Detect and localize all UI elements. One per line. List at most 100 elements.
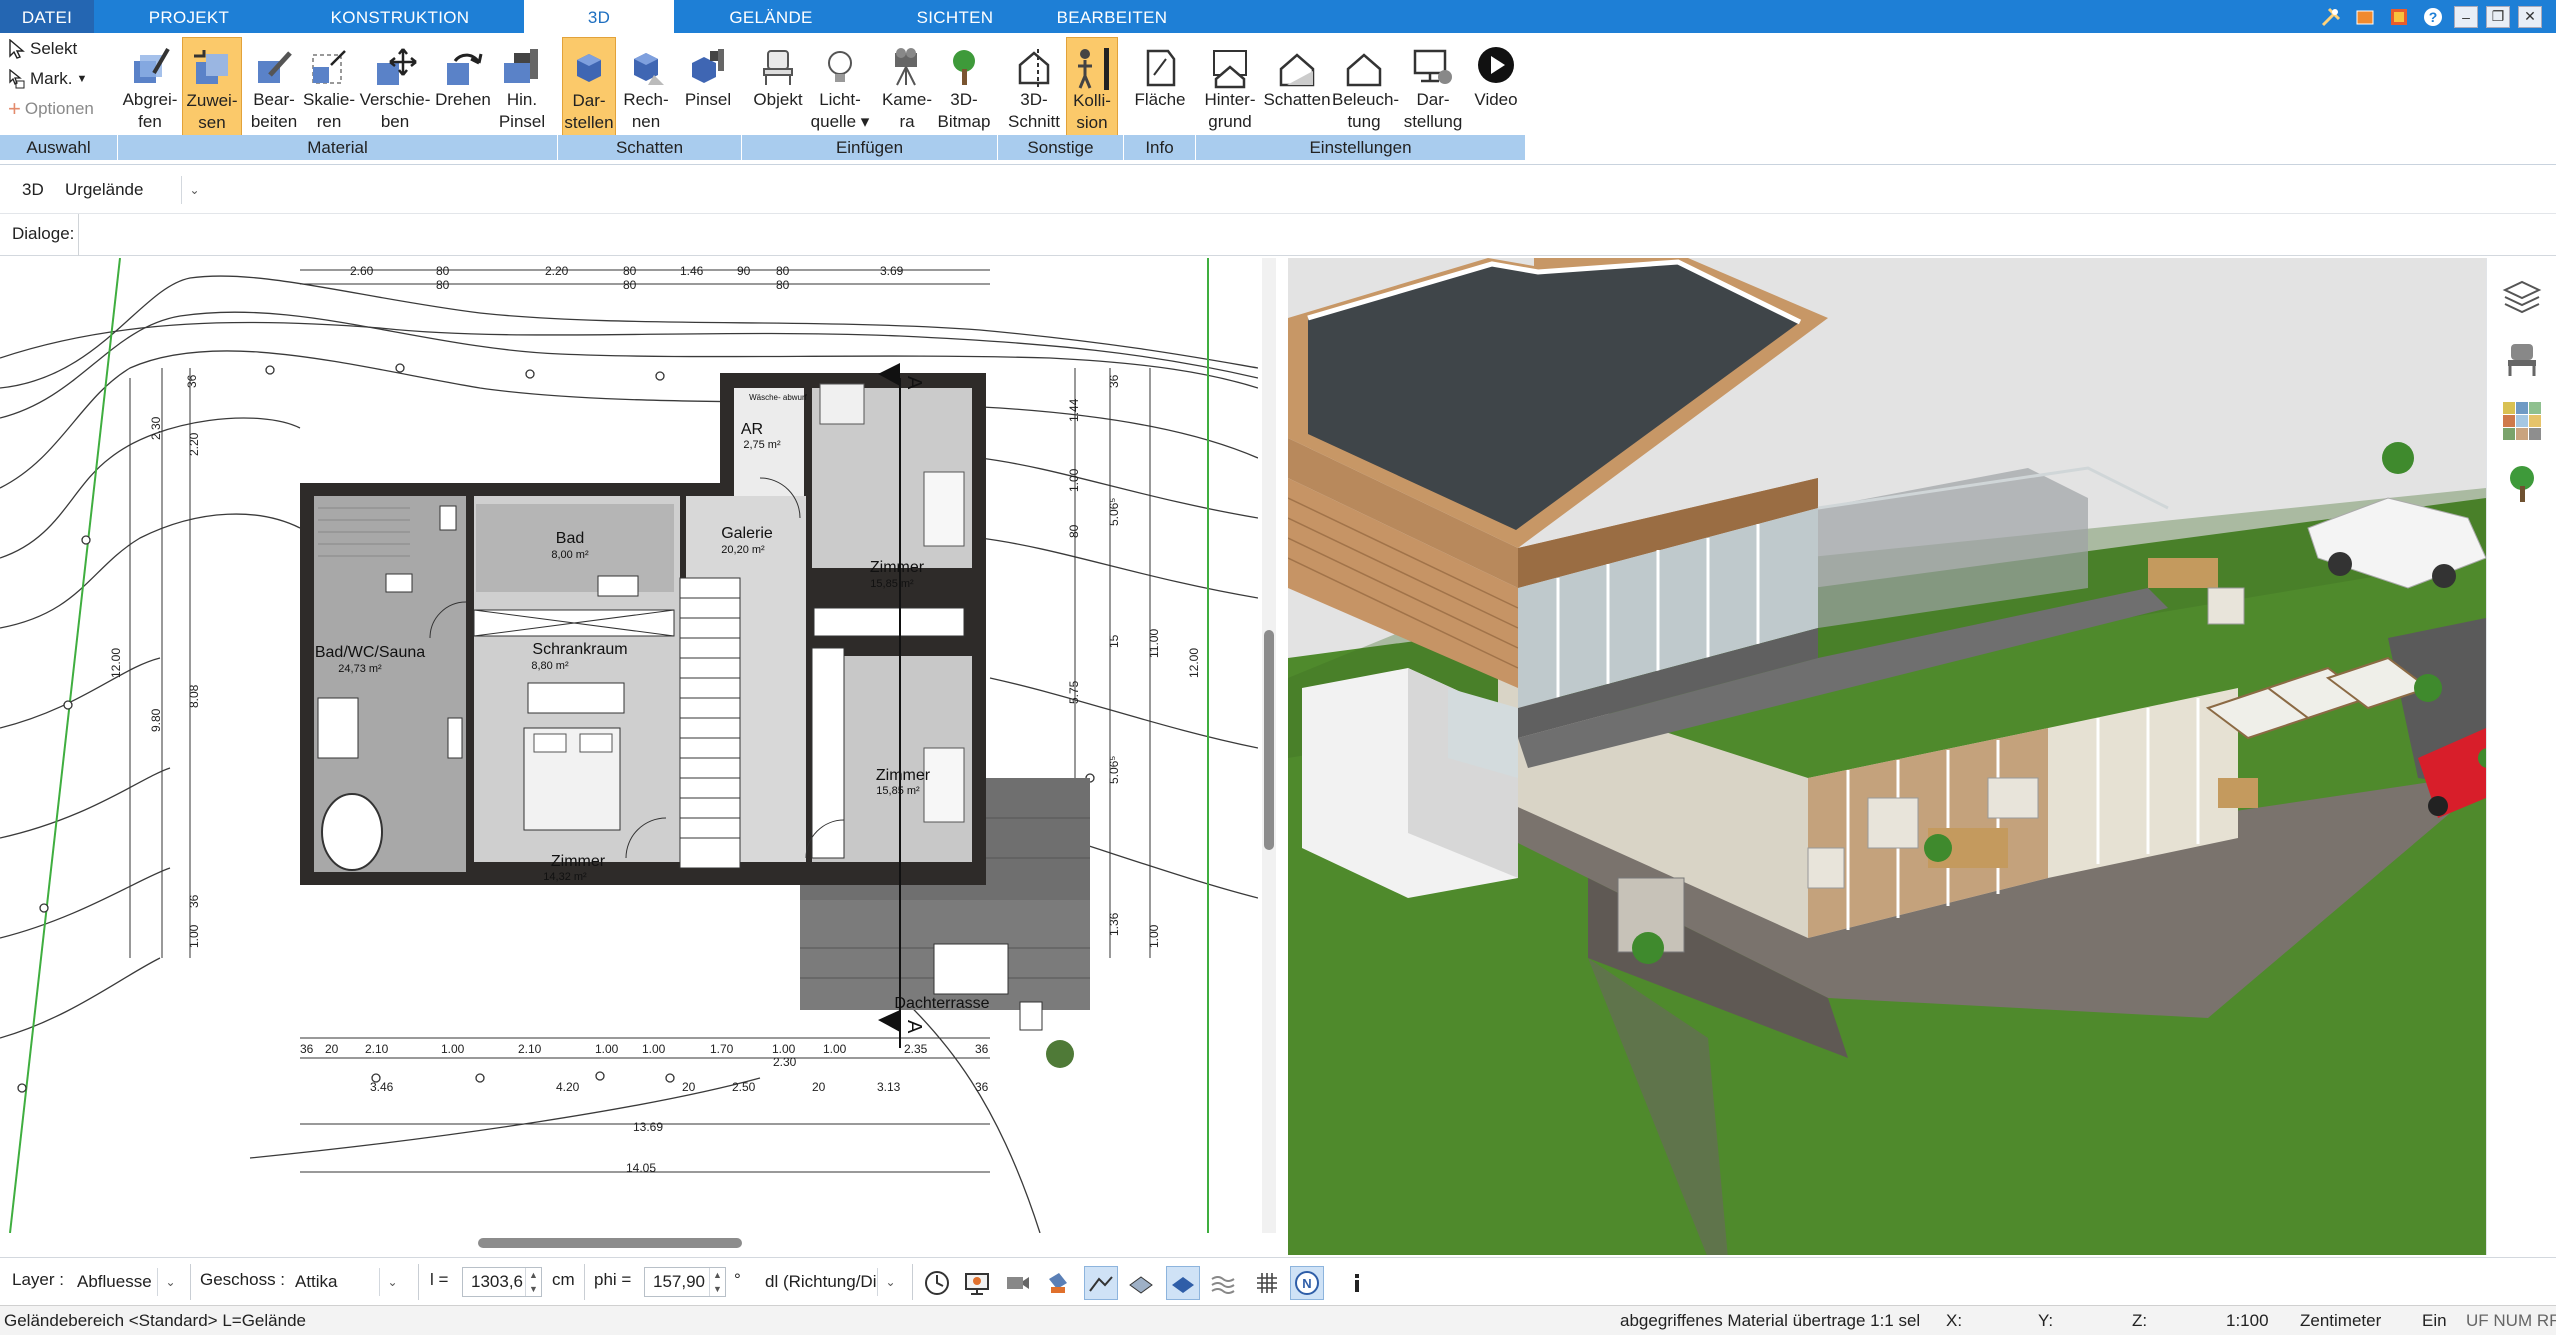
monitor-icon[interactable] — [960, 1266, 994, 1300]
svg-text:36: 36 — [300, 1042, 314, 1056]
plus-icon: + — [8, 96, 21, 121]
svg-text:80: 80 — [776, 264, 790, 278]
schatten-einst-button[interactable]: Schatten — [1262, 37, 1332, 137]
direction-combo[interactable]: dl (Richtung/Di ⌄ — [756, 1267, 904, 1297]
lichtquelle-button[interactable]: Licht- quelle ▾ — [810, 37, 870, 137]
plant-icon[interactable] — [2501, 462, 2543, 504]
status-x: X: — [1946, 1311, 1963, 1330]
plane-icon[interactable] — [1166, 1266, 1200, 1300]
group-info: Info — [1124, 135, 1196, 160]
verschieben-button[interactable]: Verschie- ben — [358, 37, 432, 137]
paint-bucket-icon[interactable] — [1040, 1266, 1074, 1300]
tab-konstruktion[interactable]: KONSTRUKTION — [284, 0, 516, 33]
rechnen-button[interactable]: Rech- nen — [618, 37, 674, 137]
beleuchtung-label: Beleuch- tung — [1332, 90, 1400, 131]
layer-combo[interactable]: Abfluesse ⌄ — [68, 1267, 184, 1297]
flaeche-button[interactable]: Fläche — [1128, 37, 1192, 137]
lichtquelle-label: Licht- quelle ▾ — [810, 90, 870, 131]
room-name: Bad/WC/Sauna — [315, 644, 425, 661]
restore-icon[interactable]: ❐ — [2486, 5, 2510, 28]
svg-text:36: 36 — [975, 1080, 989, 1094]
spinner-icon[interactable]: ▲ ▼ — [525, 1268, 541, 1296]
svg-text:2.20: 2.20 — [545, 264, 569, 278]
close-icon[interactable]: ✕ — [2518, 5, 2542, 28]
optionen-button[interactable]: + Optionen — [8, 96, 94, 121]
selekt-button[interactable]: Selekt — [8, 39, 77, 59]
beleuchtung-button[interactable]: Beleuch- tung — [1332, 37, 1400, 137]
mark-button[interactable]: Mark. ▼ — [8, 69, 87, 89]
plan-horizontal-scroll-thumb[interactable] — [478, 1238, 742, 1248]
length-value: 1303,6 — [471, 1272, 523, 1291]
layer-value: Abfluesse — [77, 1272, 152, 1291]
room-area: 20,20 m² — [721, 544, 765, 556]
menu-tab-bar: DATEI PROJEKT KONSTRUKTION 3D GELÄNDE SI… — [0, 0, 2556, 35]
tab-bearbeiten[interactable]: BEARBEITEN — [1042, 0, 1182, 33]
zuweisen-button[interactable]: Zuwei- sen — [182, 37, 242, 137]
north-icon[interactable]: N — [1290, 1266, 1324, 1300]
water-icon[interactable] — [1206, 1266, 1240, 1300]
svg-text:1.00: 1.00 — [595, 1042, 619, 1056]
svg-text:36: 36 — [975, 1042, 989, 1056]
schatten-pinsel-button[interactable]: Pinsel — [676, 37, 740, 137]
chair-icon[interactable] — [2501, 338, 2543, 380]
room-name: Schrankraum — [532, 641, 627, 658]
bearbeiten-button[interactable]: Bear- beiten — [244, 37, 304, 137]
assign-material-icon — [194, 50, 228, 84]
abgreifen-button[interactable]: Abgrei- fen — [120, 37, 180, 137]
grid-icon[interactable] — [1250, 1266, 1284, 1300]
3d-schnitt-button[interactable]: 3D- Schnitt — [1002, 37, 1066, 137]
tab-3d[interactable]: 3D — [524, 0, 674, 35]
svg-text:2.50: 2.50 — [732, 1080, 756, 1094]
tab-datei[interactable]: DATEI — [0, 0, 94, 33]
hin-pinsel-button[interactable]: Hin. Pinsel — [494, 37, 550, 137]
svg-text:?: ? — [2429, 9, 2438, 25]
status-unit: Zentimeter — [2300, 1311, 2382, 1330]
tools-icon[interactable] — [2318, 5, 2344, 29]
status-scale: 1:100 — [2226, 1311, 2269, 1330]
3d-bitmap-button[interactable]: 3D- Bitmap — [936, 37, 992, 137]
ribbon: Selekt Mark. ▼ + Optionen Abgrei- fen Zu… — [0, 33, 2556, 165]
terrain-active-icon[interactable] — [1084, 1266, 1118, 1300]
darstellen-button[interactable]: Dar- stellen — [562, 37, 616, 137]
svg-text:1.00: 1.00 — [823, 1042, 847, 1056]
svg-text:5.06⁵: 5.06⁵ — [1107, 498, 1121, 526]
plan-vertical-scroll-thumb[interactable] — [1264, 630, 1274, 850]
3d-view[interactable] — [1288, 258, 2486, 1255]
svg-text:1.00: 1.00 — [441, 1042, 465, 1056]
spinner-icon[interactable]: ▲ ▼ — [709, 1268, 725, 1296]
kamera-button[interactable]: Kame- ra — [876, 37, 938, 137]
geschoss-combo[interactable]: Attika ⌄ — [286, 1267, 406, 1297]
layers-icon[interactable] — [2501, 276, 2543, 318]
drehen-button[interactable]: Drehen — [432, 37, 494, 137]
palette-grid-icon[interactable] — [2501, 400, 2543, 442]
chevron-down-icon: ⌄ — [157, 1268, 183, 1296]
view-combo[interactable]: Urgelände ⌄ — [56, 175, 208, 205]
length-input[interactable]: 1303,6 ▲ ▼ — [462, 1267, 542, 1297]
camera-path-icon[interactable] — [1000, 1266, 1034, 1300]
tab-projekt[interactable]: PROJEKT — [94, 0, 284, 33]
hintergrund-button[interactable]: Hinter- grund — [1200, 37, 1260, 137]
surface-icon[interactable] — [1124, 1266, 1158, 1300]
phi-label: phi = — [594, 1270, 632, 1289]
objekt-button[interactable]: Objekt — [748, 37, 808, 137]
svg-text:14.05: 14.05 — [626, 1161, 656, 1175]
svg-text:2.30: 2.30 — [773, 1055, 797, 1069]
kollision-button[interactable]: Kolli- sion — [1066, 37, 1118, 137]
darstellung-button[interactable]: Dar- stellung — [1398, 37, 1468, 137]
direction-value: dl (Richtung/Di — [765, 1272, 877, 1291]
palette-icon[interactable] — [2386, 5, 2412, 29]
info-pin-icon[interactable] — [1340, 1266, 1374, 1300]
window-icon[interactable] — [2352, 5, 2378, 29]
tab-gelaende[interactable]: GELÄNDE — [674, 0, 868, 33]
phi-input[interactable]: 157,90 ▲ ▼ — [644, 1267, 726, 1297]
3d-bitmap-label: 3D- Bitmap — [937, 90, 991, 131]
room-name: Zimmer — [870, 559, 925, 576]
tab-sichten[interactable]: SICHTEN — [868, 0, 1042, 33]
help-icon[interactable]: ? — [2420, 5, 2446, 29]
video-button[interactable]: Video — [1466, 37, 1526, 137]
mark-label: Mark. — [30, 69, 73, 88]
clock-icon[interactable] — [920, 1266, 954, 1300]
floor-plan-view[interactable]: 2.60 80 2.20 80 1.46 90 80 3.69 80 80 80 36 20 2.10… — [0, 258, 1258, 1233]
minimize-icon[interactable]: – — [2454, 5, 2478, 28]
skalieren-button[interactable]: Skalie- ren — [300, 37, 358, 137]
